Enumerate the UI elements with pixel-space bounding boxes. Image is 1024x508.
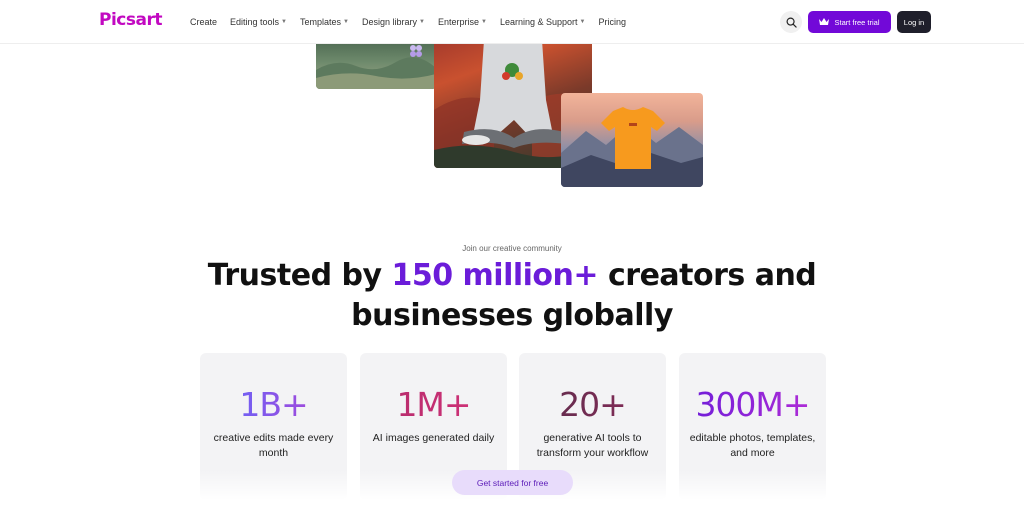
get-started-button[interactable]: Get started for free	[452, 470, 573, 495]
stat-label: editable photos, templates, and more	[689, 432, 816, 459]
chevron-down-icon: ▼	[579, 19, 586, 25]
nav-link-templates[interactable]: Templates ▼	[300, 17, 349, 27]
search-button[interactable]	[780, 11, 802, 33]
stat-label: creative edits made every month	[213, 432, 334, 459]
chevron-down-icon: ▼	[281, 19, 287, 25]
picsart-logo[interactable]: Picsart	[99, 10, 162, 30]
tshirt-illustration	[561, 107, 703, 187]
stat-value: 1M+	[360, 385, 507, 425]
nav-link-learning-support[interactable]: Learning & Support ▼	[500, 17, 586, 27]
nav-links: Create Editing tools ▼ Templates ▼ Design …	[190, 0, 626, 44]
start-free-trial-button[interactable]: Start free trial	[808, 11, 891, 33]
search-icon	[786, 17, 797, 28]
nav-link-editing-tools[interactable]: Editing tools ▼	[230, 17, 287, 27]
community-eyebrow: Join our creative community	[462, 244, 562, 253]
stat-card: 300M+ editable photos, templates, and mo…	[679, 353, 826, 500]
stat-card: 1B+ creative edits made every month	[200, 353, 347, 500]
stat-value: 300M+	[679, 385, 826, 425]
stat-value: 1B+	[200, 385, 347, 425]
chevron-down-icon: ▼	[343, 19, 349, 25]
stat-label: generative AI tools to transform your wo…	[536, 432, 649, 459]
log-in-button[interactable]: Log in	[897, 11, 931, 33]
nav-link-design-library[interactable]: Design library ▼	[362, 17, 425, 27]
page-headline: Trusted by 150 million+ creators and bus…	[207, 258, 817, 333]
chevron-down-icon: ▼	[481, 19, 487, 25]
crown-icon	[819, 18, 830, 25]
nav-link-enterprise[interactable]: Enterprise ▼	[438, 17, 487, 27]
stat-label: AI images generated daily	[372, 432, 495, 444]
top-nav: Picsart Create Editing tools ▼ Templates ▼…	[0, 0, 1024, 44]
nav-link-pricing[interactable]: Pricing	[598, 17, 626, 27]
headline-accent: 150 million+	[391, 258, 599, 293]
hero-image-landscape	[316, 40, 436, 89]
hero-image-tshirt	[561, 93, 703, 187]
chevron-down-icon: ▼	[419, 19, 425, 25]
landscape-illustration	[316, 45, 436, 89]
nav-link-create[interactable]: Create	[190, 17, 217, 27]
stat-value: 20+	[519, 385, 666, 425]
